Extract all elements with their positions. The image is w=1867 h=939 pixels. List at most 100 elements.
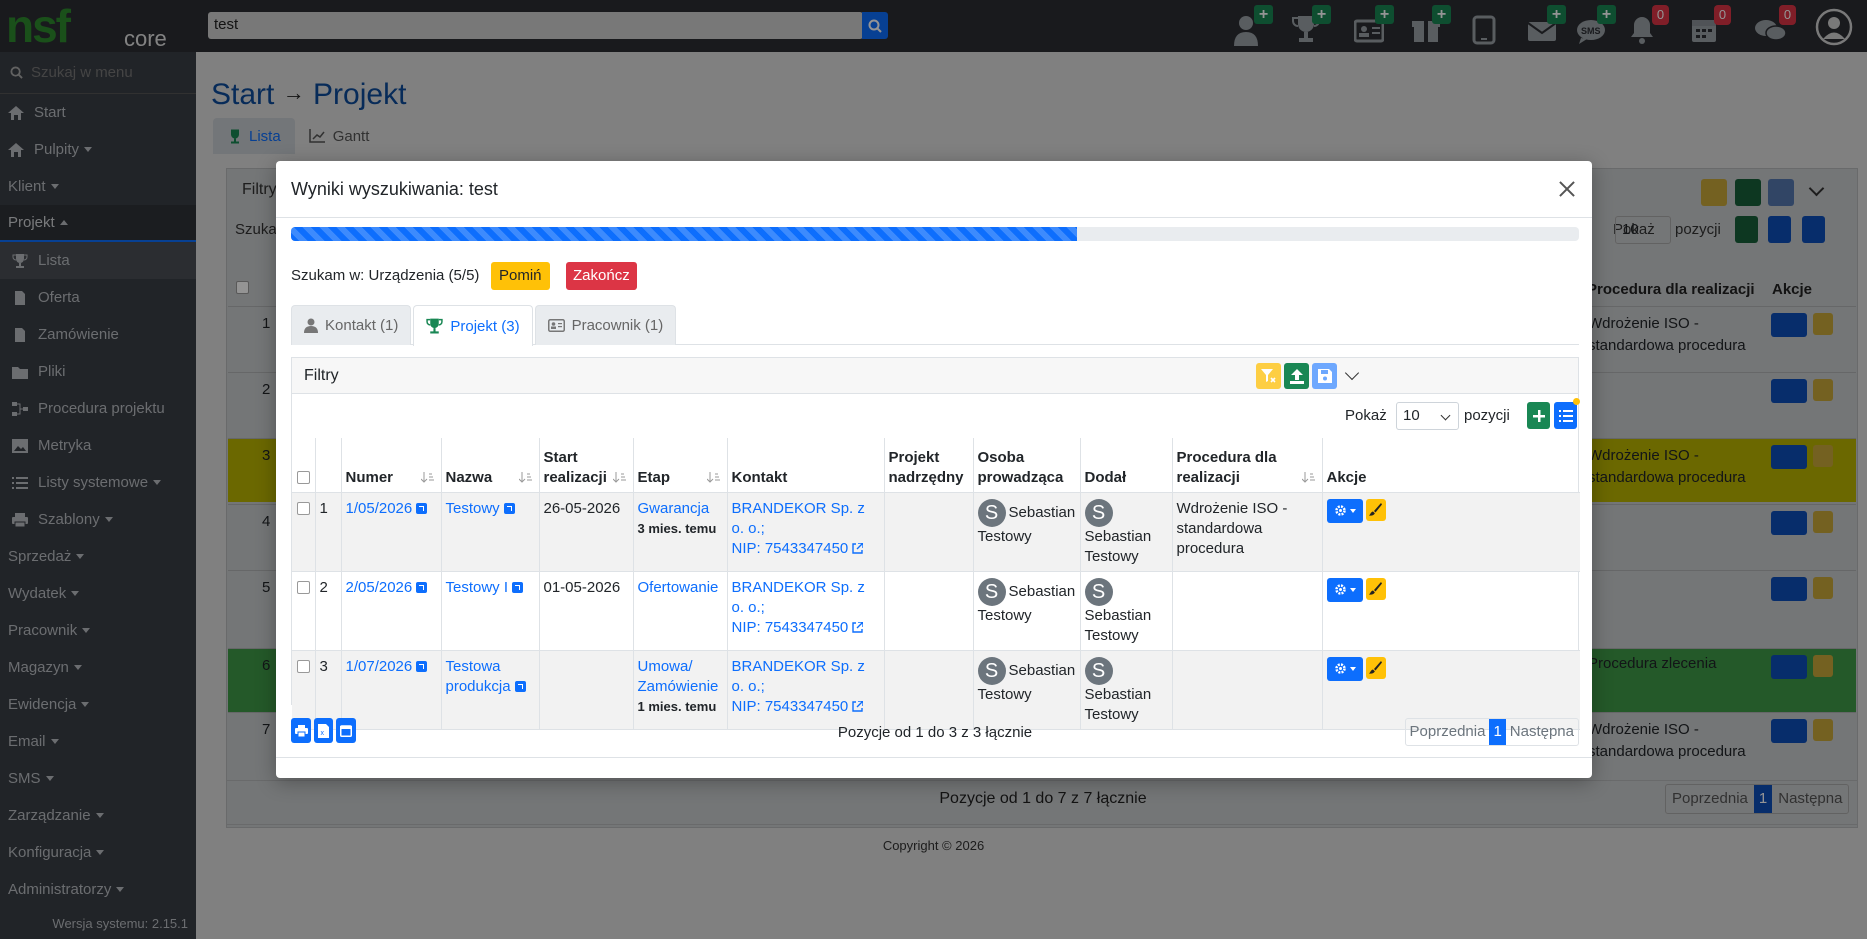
next-page-button[interactable]: Następna xyxy=(1506,719,1578,745)
bg-row-actions-button[interactable] xyxy=(1771,577,1807,601)
breadcrumb-start[interactable]: Start xyxy=(211,78,274,111)
bg-settings-button[interactable] xyxy=(1802,216,1825,243)
notifications-button[interactable]: 0 xyxy=(1627,5,1669,46)
add-device-button[interactable]: + xyxy=(1411,5,1451,46)
nip-link[interactable]: NIP: 7543347450 xyxy=(732,619,849,636)
row-checkbox[interactable] xyxy=(297,502,310,516)
row-actions-button[interactable] xyxy=(1326,656,1363,681)
add-employee-button[interactable]: + xyxy=(1353,5,1394,46)
tab-gantt[interactable]: Gantt xyxy=(295,118,384,154)
tab-projekt[interactable]: Projekt (3) xyxy=(413,305,533,346)
external-link-icon[interactable] xyxy=(416,582,428,594)
search-button[interactable] xyxy=(862,12,888,39)
sidebar-item-lista[interactable]: Lista xyxy=(0,242,196,279)
page-size-select[interactable]: 10 xyxy=(1396,402,1459,430)
tablet-button[interactable] xyxy=(1469,8,1509,46)
sidebar-item-email[interactable]: Email xyxy=(0,723,196,760)
person-name[interactable]: Sebastian Testowy xyxy=(1085,528,1152,565)
sidebar-item-szablony[interactable]: Szablony xyxy=(0,501,196,538)
project-name-link[interactable]: Testowa produkcja xyxy=(446,658,511,695)
person-name[interactable]: Sebastian Testowy xyxy=(1085,607,1152,644)
sidebar-item-pracownik[interactable]: Pracownik xyxy=(0,612,196,649)
bg-row-edit-button[interactable] xyxy=(1813,577,1833,599)
stage-link[interactable]: Ofertowanie xyxy=(638,578,723,598)
menu-search-input[interactable]: Szukaj w menu xyxy=(0,52,196,94)
bg-row-actions-button[interactable] xyxy=(1771,379,1807,403)
chat-button[interactable]: 0 xyxy=(1754,5,1796,46)
sidebar-item-administratorzy[interactable]: Administratorzy xyxy=(0,871,196,908)
bg-row-actions-button[interactable] xyxy=(1771,511,1807,535)
row-checkbox[interactable] xyxy=(297,581,310,595)
sidebar-item-oferta[interactable]: Oferta xyxy=(0,279,196,316)
user-profile-button[interactable] xyxy=(1815,8,1855,46)
sidebar-item-zarzadzanie[interactable]: Zarządzanie xyxy=(0,797,196,834)
select-all-checkbox[interactable] xyxy=(297,471,310,485)
add-project-button[interactable]: + xyxy=(1291,5,1331,46)
bg-page-size-select[interactable]: 10 xyxy=(1615,216,1671,244)
project-number-link[interactable]: 2/05/2026 xyxy=(346,579,413,596)
sidebar-item-projekt[interactable]: Projekt xyxy=(0,205,196,242)
row-actions-button[interactable] xyxy=(1326,498,1363,523)
add-email-button[interactable]: + xyxy=(1526,5,1566,46)
bg-row-edit-button[interactable] xyxy=(1813,719,1833,741)
row-edit-button[interactable] xyxy=(1365,498,1386,521)
export-excel-button[interactable]: x xyxy=(314,718,333,743)
bg-next-button[interactable]: Następna xyxy=(1772,785,1848,813)
calendar-export-button[interactable] xyxy=(336,718,356,743)
project-name-link[interactable]: Testowy xyxy=(446,500,500,517)
row-checkbox[interactable] xyxy=(297,660,310,674)
contact-link[interactable]: BRANDEKOR Sp. z o. o.; xyxy=(732,657,880,697)
bg-row-actions-button[interactable] xyxy=(1771,445,1807,469)
bg-save-button[interactable] xyxy=(1768,179,1794,206)
external-link-icon[interactable] xyxy=(852,541,864,554)
sidebar-item-klient[interactable]: Klient xyxy=(0,168,196,205)
close-icon[interactable] xyxy=(1557,179,1577,199)
external-link-icon[interactable] xyxy=(514,681,526,693)
global-search-input[interactable]: test xyxy=(208,12,863,39)
col-numer[interactable]: Numer xyxy=(341,438,442,493)
sidebar-item-ewidencja[interactable]: Ewidencja xyxy=(0,686,196,723)
stage-link[interactable]: Gwarancja xyxy=(638,499,723,519)
col-nazwa[interactable]: Nazwa xyxy=(441,438,540,493)
tab-pracownik[interactable]: Pracownik (1) xyxy=(534,305,677,345)
bg-row-edit-button[interactable] xyxy=(1813,379,1833,401)
bg-page-1-button[interactable]: 1 xyxy=(1753,785,1773,813)
bg-prev-button[interactable]: Poprzednia xyxy=(1666,785,1754,813)
calendar-button[interactable]: 0 xyxy=(1689,5,1731,46)
print-button[interactable] xyxy=(291,718,311,743)
sidebar-item-zamowienie[interactable]: Zamówienie xyxy=(0,316,196,353)
contact-link[interactable]: BRANDEKOR Sp. z o. o.; xyxy=(732,499,880,539)
external-link-icon[interactable] xyxy=(416,661,428,673)
nsf-core-logo[interactable]: nsf core xyxy=(6,4,196,50)
sidebar-item-metryka[interactable]: Metryka xyxy=(0,427,196,464)
row-edit-button[interactable] xyxy=(1365,577,1386,600)
external-link-icon[interactable] xyxy=(503,503,515,515)
tab-lista[interactable]: Lista xyxy=(213,118,295,154)
bg-row-actions-button[interactable] xyxy=(1771,313,1807,337)
bg-row-edit-button[interactable] xyxy=(1813,445,1833,467)
tab-kontakt[interactable]: Kontakt (1) xyxy=(291,305,412,345)
bg-row-edit-button[interactable] xyxy=(1813,313,1833,335)
project-number-link[interactable]: 1/07/2026 xyxy=(346,658,413,675)
sidebar-item-magazyn[interactable]: Magazyn xyxy=(0,649,196,686)
bg-columns-button[interactable] xyxy=(1768,216,1791,243)
external-link-icon[interactable] xyxy=(416,503,428,515)
external-link-icon[interactable] xyxy=(852,699,864,712)
prev-page-button[interactable]: Poprzednia xyxy=(1406,719,1490,745)
sidebar-item-procedura-projektu[interactable]: Procedura projektu xyxy=(0,390,196,427)
col-start[interactable]: Start realizacji xyxy=(539,438,634,493)
external-link-icon[interactable] xyxy=(852,620,864,633)
bg-add-button[interactable] xyxy=(1735,216,1758,243)
col-procedura[interactable]: Procedura dla realizacji xyxy=(1172,438,1323,493)
contact-link[interactable]: BRANDEKOR Sp. z o. o.; xyxy=(732,578,880,618)
end-button[interactable]: Zakończ xyxy=(566,262,637,290)
sidebar-item-sprzedaz[interactable]: Sprzedaż xyxy=(0,538,196,575)
bg-row-actions-button[interactable] xyxy=(1771,719,1807,743)
bg-row-edit-button[interactable] xyxy=(1813,655,1833,677)
sidebar-item-start[interactable]: Start xyxy=(0,94,196,131)
columns-button[interactable] xyxy=(1554,398,1580,429)
row-actions-button[interactable] xyxy=(1326,577,1363,602)
bg-clear-filter-button[interactable] xyxy=(1701,179,1727,206)
sidebar-item-pulpity[interactable]: Pulpity xyxy=(0,131,196,168)
col-etap[interactable]: Etap xyxy=(633,438,728,493)
